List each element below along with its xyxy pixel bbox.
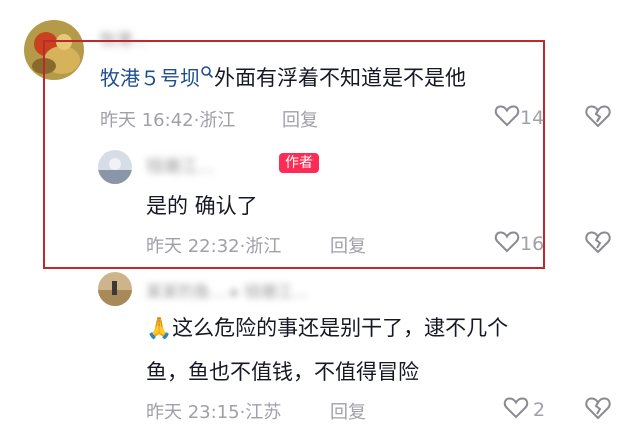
reply-avatar-image bbox=[98, 272, 132, 306]
reply-meta: 昨天 22:32·浙江 bbox=[146, 232, 281, 258]
reply-username[interactable]: 某某钓鱼… ▸ 钱塘江… bbox=[146, 278, 308, 302]
broken-heart-icon[interactable] bbox=[584, 229, 612, 259]
reply-text-line1: 这么危险的事还是别干了，逮不几个 bbox=[172, 316, 509, 340]
reply-button[interactable]: 回复 bbox=[282, 106, 318, 132]
comment-time: 昨天 16:42 bbox=[100, 110, 194, 131]
author-badge: 作者 bbox=[279, 153, 319, 173]
reply-text-line2: 鱼，鱼也不值钱，不值得冒险 bbox=[146, 360, 419, 384]
reply-button[interactable]: 回复 bbox=[330, 232, 366, 258]
comment-text: 外面有浮着不知道是不是他 bbox=[214, 66, 466, 90]
reply-text: 🙏这么危险的事还是别干了，逮不几个 bbox=[146, 312, 508, 342]
like-button[interactable]: 16 bbox=[494, 230, 554, 256]
broken-heart-icon[interactable] bbox=[584, 103, 612, 133]
reply-button[interactable]: 回复 bbox=[330, 398, 366, 424]
reply-text: 是的 确认了 bbox=[146, 194, 258, 218]
broken-heart-icon[interactable] bbox=[584, 395, 612, 425]
mention-name[interactable]: 牧港５号坝 bbox=[100, 66, 200, 90]
comment-location: 浙江 bbox=[199, 110, 236, 131]
heart-outline-icon[interactable] bbox=[494, 104, 520, 132]
search-icon[interactable] bbox=[200, 60, 214, 84]
heart-outline-icon[interactable] bbox=[503, 396, 529, 424]
like-count: 2 bbox=[533, 399, 546, 421]
reply-location: 浙江 bbox=[245, 236, 282, 257]
reply-avatar[interactable] bbox=[98, 272, 132, 306]
like-count: 14 bbox=[520, 107, 545, 129]
reply-avatar[interactable] bbox=[98, 150, 132, 184]
reply-location: 江苏 bbox=[245, 402, 282, 423]
reply-username[interactable]: 钱塘江… bbox=[146, 152, 214, 177]
like-count: 16 bbox=[520, 233, 545, 255]
comment-text-row: 牧港５号坝 外面有浮着不知道是不是他 bbox=[100, 62, 466, 92]
reply-time: 昨天 23:15 bbox=[146, 402, 240, 423]
folded-hands-emoji: 🙏 bbox=[146, 316, 173, 340]
comment-meta: 昨天 16:42·浙江 bbox=[100, 106, 235, 132]
heart-outline-icon[interactable] bbox=[494, 230, 520, 258]
reply-meta: 昨天 23:15·江苏 bbox=[146, 398, 281, 424]
reply-time: 昨天 22:32 bbox=[146, 236, 240, 257]
like-button[interactable]: 14 bbox=[494, 104, 554, 130]
reply-avatar-image bbox=[98, 150, 132, 184]
like-button[interactable]: 2 bbox=[503, 396, 553, 422]
